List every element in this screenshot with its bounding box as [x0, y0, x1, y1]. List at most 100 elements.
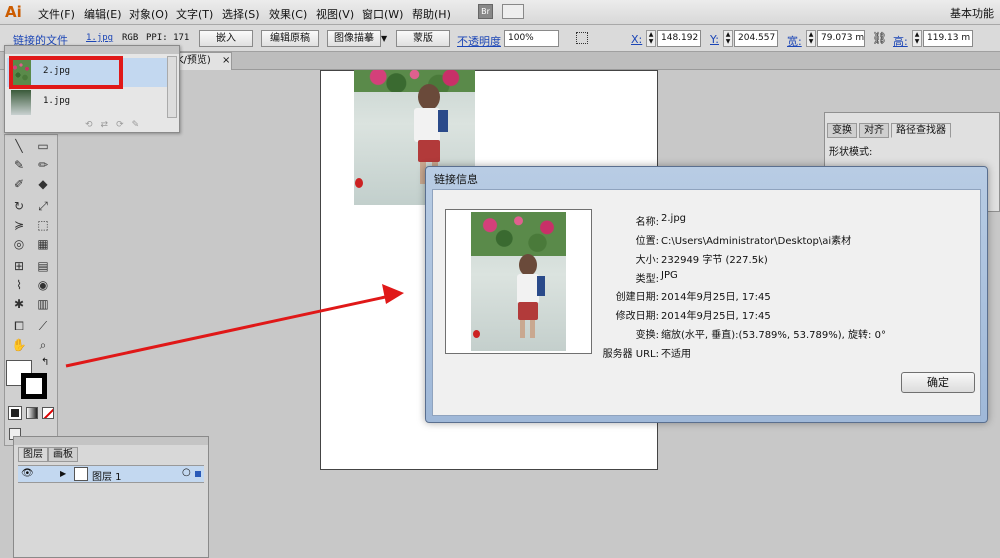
link-proportions-icon[interactable]: ⛓ [872, 31, 887, 45]
menu-edit[interactable]: 编辑(E) [84, 6, 122, 22]
mesh-tool-icon[interactable]: ⊞ [8, 257, 30, 276]
server-url-label: 服务器 URL: [602, 349, 659, 360]
width-label[interactable]: 宽: [787, 33, 802, 49]
line-tool-icon[interactable]: ╲ [8, 137, 30, 156]
menu-file[interactable]: 文件(F) [38, 6, 75, 22]
width-stepper[interactable]: ▲ ▼ [806, 30, 816, 47]
modified-label: 修改日期: [615, 311, 659, 322]
edit-original-button[interactable]: 编辑原稿 [261, 30, 319, 47]
gradient-tool-icon[interactable]: ▤ [32, 257, 54, 276]
selection-square-icon[interactable] [195, 471, 201, 477]
photo-child-shirt [414, 108, 440, 142]
eyedropper-tool-icon[interactable]: ⌇ [8, 276, 30, 295]
type-value: JPG [661, 270, 678, 281]
menu-type[interactable]: 文字(T) [176, 6, 213, 22]
bridge-icon[interactable]: Br [478, 4, 493, 19]
layers-panel-header[interactable] [14, 437, 208, 445]
target-icon[interactable]: ○ [182, 467, 191, 478]
expand-arrow-icon[interactable]: ▶ [60, 469, 66, 478]
x-label[interactable]: X: [631, 33, 642, 46]
menu-bar: Ai 文件(F) 编辑(E) 对象(O) 文字(T) 选择(S) 效果(C) 视… [0, 0, 1000, 25]
menu-window[interactable]: 窗口(W) [362, 6, 403, 22]
dialog-body: 名称: 2.jpg 位置: C:\Users\Administrator\Des… [432, 189, 981, 416]
tab-layers[interactable]: 图层 [18, 447, 48, 462]
x-input[interactable]: 148.192 [657, 30, 701, 47]
paintbrush-tool-icon[interactable]: ✎ [8, 156, 30, 175]
embed-button[interactable]: 嵌入 [199, 30, 253, 47]
graph-tool-icon[interactable]: ▥ [32, 295, 54, 314]
transform-label: 变换: [635, 330, 659, 341]
eye-icon[interactable]: 👁 [21, 468, 34, 479]
mask-button[interactable]: 蒙版 [396, 30, 450, 47]
slice-tool-icon[interactable]: ⟋ [32, 317, 54, 336]
photo-child-head [519, 254, 537, 276]
name-label: 名称: [635, 217, 659, 228]
menu-view[interactable]: 视图(V) [316, 6, 354, 22]
gradient-mode-icon[interactable] [26, 407, 38, 419]
workspace-switcher[interactable]: 基本功能 [950, 5, 994, 21]
height-input[interactable]: 119.13 m [923, 30, 973, 47]
opacity-input[interactable]: 100% [504, 30, 559, 47]
scale-tool-icon[interactable]: ⤢ [32, 197, 54, 216]
layer-row[interactable]: 👁 ▶ 图层 1 ○ [18, 465, 204, 483]
links-panel-actions-icon[interactable]: ⟲⇄⟳✎ [85, 120, 147, 130]
free-transform-tool-icon[interactable]: ⬚ [32, 216, 54, 235]
perspective-grid-tool-icon[interactable]: ▦ [32, 235, 54, 254]
y-stepper[interactable]: ▲ ▼ [723, 30, 733, 47]
pencil-tool-icon[interactable]: ✏ [32, 156, 54, 175]
size-label: 大小: [635, 255, 659, 266]
chevron-down-icon[interactable]: ▼ [381, 34, 387, 43]
height-stepper[interactable]: ▲ ▼ [912, 30, 922, 47]
zoom-tool-icon[interactable]: ⌕ [32, 336, 54, 355]
arrange-documents-icon[interactable] [502, 4, 524, 19]
shape-builder-tool-icon[interactable]: ◎ [8, 235, 30, 254]
size-value: 232949 字节 (227.5k) [661, 255, 768, 266]
server-url-value: 不适用 [661, 349, 691, 360]
tab-pathfinder[interactable]: 路径查找器 [891, 123, 951, 138]
name-value: 2.jpg [661, 213, 687, 224]
tab-artboards[interactable]: 画板 [48, 447, 78, 462]
ppi-value: PPI: 171 [146, 33, 190, 43]
width-tool-icon[interactable]: ≽ [8, 216, 30, 235]
ok-button[interactable]: 确定 [901, 372, 975, 393]
rotate-tool-icon[interactable]: ↻ [8, 197, 30, 216]
links-scrollbar[interactable] [167, 56, 177, 118]
none-mode-icon[interactable] [42, 407, 54, 419]
height-label[interactable]: 高: [893, 33, 908, 49]
artboard-tool-icon[interactable]: ⧠ [8, 317, 30, 336]
symbol-sprayer-tool-icon[interactable]: ✱ [8, 295, 30, 314]
link-item[interactable]: 1.jpg [7, 88, 167, 117]
menu-effect[interactable]: 效果(C) [269, 6, 307, 22]
x-stepper[interactable]: ▲ ▼ [646, 30, 656, 47]
blend-tool-icon[interactable]: ◉ [32, 276, 54, 295]
tab-align[interactable]: 对齐 [859, 123, 889, 138]
image-trace-button[interactable]: 图像描摹 [327, 30, 381, 47]
photo-ball [473, 330, 480, 338]
reference-point-icon[interactable] [576, 32, 588, 44]
menu-select[interactable]: 选择(S) [222, 6, 260, 22]
linked-file-name[interactable]: 1.jpg [86, 33, 113, 43]
layer-thumbnail [74, 467, 88, 481]
links-panel-header[interactable] [5, 46, 179, 54]
y-input[interactable]: 204.557 [734, 30, 778, 47]
rectangle-tool-icon[interactable]: ▭ [32, 137, 54, 156]
photo-flowers [354, 70, 475, 92]
eraser-tool-icon[interactable]: ◆ [32, 175, 54, 194]
y-label[interactable]: Y: [710, 33, 719, 46]
hand-tool-icon[interactable]: ✋ [8, 336, 30, 355]
menu-help[interactable]: 帮助(H) [412, 6, 451, 22]
tab-transform[interactable]: 变换 [827, 123, 857, 138]
width-input[interactable]: 79.073 m [817, 30, 865, 47]
menu-object[interactable]: 对象(O) [129, 6, 168, 22]
opacity-label[interactable]: 不透明度 [457, 33, 501, 49]
link-thumbnail [11, 90, 31, 115]
blob-brush-tool-icon[interactable]: ✐ [8, 175, 30, 194]
photo-child-shirt [517, 274, 539, 304]
stroke-swatch[interactable] [21, 373, 47, 399]
layers-panel: 图层 画板 👁 ▶ 图层 1 ○ [13, 436, 209, 558]
close-icon[interactable]: × [222, 55, 230, 66]
shape-modes-label: 形状模式: [829, 147, 873, 158]
color-mode-icon[interactable] [8, 406, 22, 420]
document-tab[interactable]: K/预览) × [172, 52, 232, 70]
swap-colors-icon[interactable]: ↰ [41, 357, 49, 368]
